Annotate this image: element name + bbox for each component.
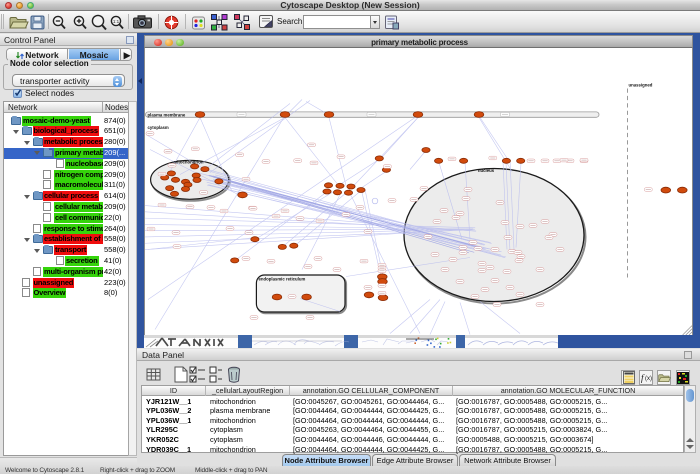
svg-text:1:1: 1:1 (113, 19, 120, 24)
svg-text:endoplasmic reticulum: endoplasmic reticulum (259, 277, 306, 282)
svg-text:(x): (x) (645, 376, 652, 382)
svg-text:nucleus: nucleus (478, 168, 495, 173)
svg-text:mitochondrion: mitochondrion (173, 159, 203, 164)
svg-text:plasma membrane: plasma membrane (148, 113, 186, 118)
svg-text:unassigned: unassigned (629, 83, 653, 88)
svg-text:cytoplasm: cytoplasm (148, 125, 169, 130)
